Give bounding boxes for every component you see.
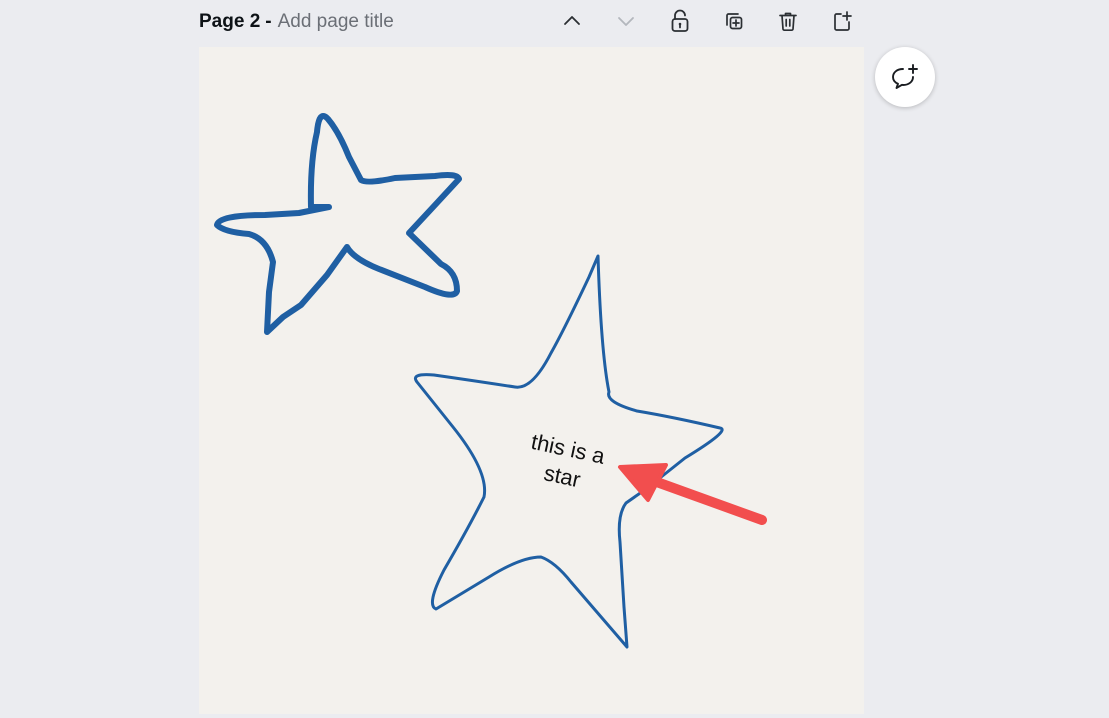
duplicate-icon	[726, 13, 743, 30]
add-page-button[interactable]	[826, 6, 858, 36]
annotation-arrow-shaft	[649, 476, 767, 525]
chevron-down-icon	[618, 17, 634, 26]
annotation-arrow-head	[618, 463, 668, 502]
page-title-input[interactable]: Add page title	[278, 11, 394, 33]
page-label: Page 2	[199, 11, 261, 32]
add-page-icon	[834, 11, 852, 31]
lock-page-button[interactable]	[664, 6, 696, 36]
canvas-drawing	[214, 113, 767, 649]
design-canvas[interactable]: this is a star	[199, 47, 864, 714]
move-page-down-button[interactable]	[610, 6, 642, 36]
add-comment-icon	[892, 64, 918, 89]
page-header: Page 2 - Add page title	[199, 8, 394, 36]
move-page-up-button[interactable]	[556, 6, 588, 36]
unlock-icon	[671, 9, 689, 32]
trash-icon	[779, 12, 797, 32]
add-comment-button[interactable]	[875, 47, 935, 107]
delete-page-button[interactable]	[772, 6, 804, 36]
chevron-up-icon	[564, 16, 580, 25]
duplicate-page-button[interactable]	[718, 6, 750, 36]
hand-drawn-star-small[interactable]	[214, 113, 462, 335]
page-title-separator: -	[265, 11, 272, 32]
